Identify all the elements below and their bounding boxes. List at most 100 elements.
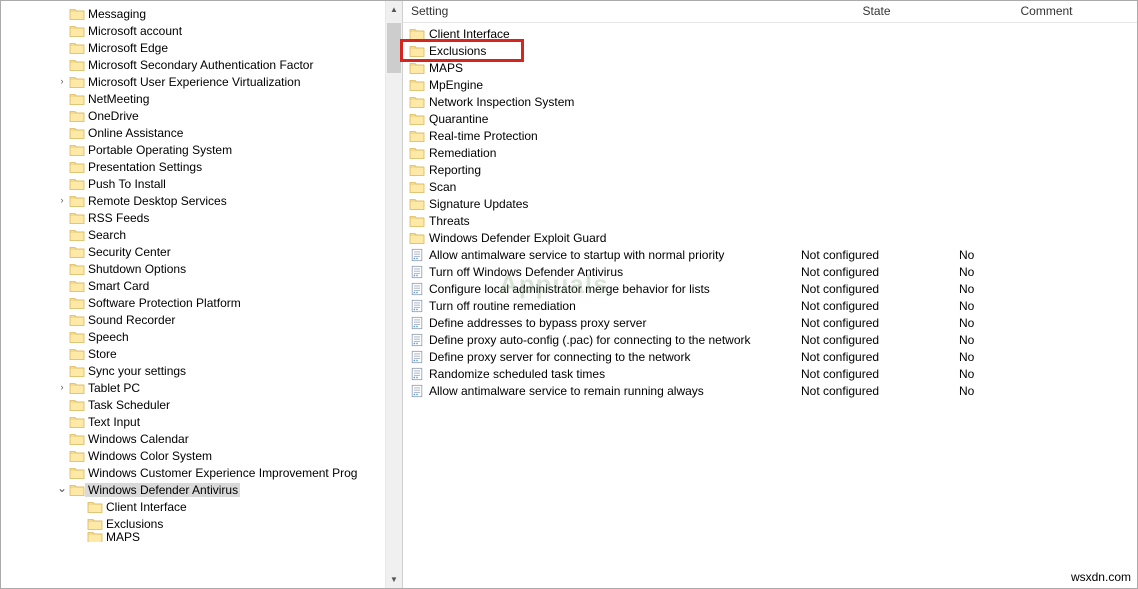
tree-pane: MessagingMicrosoft accountMicrosoft Edge… [1, 1, 403, 588]
list-item[interactable]: MAPS [403, 59, 1137, 76]
list-item-comment: No [955, 350, 1137, 364]
tree-item[interactable]: Presentation Settings [1, 158, 385, 175]
column-headers[interactable]: Setting State Comment [403, 1, 1137, 23]
tree-item[interactable]: Task Scheduler [1, 396, 385, 413]
tree-item[interactable]: ›Microsoft User Experience Virtualizatio… [1, 73, 385, 90]
tree-item[interactable]: Online Assistance [1, 124, 385, 141]
tree-item-label: NetMeeting [85, 92, 151, 106]
tree-item[interactable]: Store [1, 345, 385, 362]
list-item[interactable]: Turn off routine remediationNot configur… [403, 297, 1137, 314]
tree-item[interactable]: Exclusions [1, 515, 385, 532]
list-item[interactable]: Randomize scheduled task timesNot config… [403, 365, 1137, 382]
tree-item[interactable]: Windows Color System [1, 447, 385, 464]
list-item-state: Not configured [797, 384, 955, 398]
tree-item[interactable]: Microsoft Edge [1, 39, 385, 56]
list-item-state: Not configured [797, 282, 955, 296]
chevron-down-icon[interactable]: ⌄ [55, 482, 69, 494]
tree-item-label: Presentation Settings [85, 160, 204, 174]
tree-scrollbar[interactable]: ▲ ▼ [385, 1, 402, 588]
list-item-label: Define addresses to bypass proxy server [425, 316, 646, 330]
list-item-comment: No [955, 316, 1137, 330]
tree-item[interactable]: Text Input [1, 413, 385, 430]
scroll-thumb[interactable] [387, 23, 401, 73]
folder-icon [409, 94, 425, 110]
tree-item-label: Messaging [85, 7, 148, 21]
list-item-comment: No [955, 384, 1137, 398]
header-setting[interactable]: Setting [403, 1, 797, 22]
list-item-state: Not configured [797, 367, 955, 381]
header-state[interactable]: State [797, 1, 955, 22]
tree-item[interactable]: MAPS [1, 532, 385, 542]
list-item[interactable]: Allow antimalware service to remain runn… [403, 382, 1137, 399]
tree-item[interactable]: NetMeeting [1, 90, 385, 107]
list-item[interactable]: Configure local administrator merge beha… [403, 280, 1137, 297]
scroll-up-icon[interactable]: ▲ [386, 1, 402, 18]
folder-icon [69, 363, 85, 379]
settings-list[interactable]: Client InterfaceExclusionsMAPSMpEngineNe… [403, 23, 1137, 588]
tree-item[interactable]: Client Interface [1, 498, 385, 515]
chevron-right-icon[interactable]: › [55, 383, 69, 392]
folder-icon [69, 312, 85, 328]
list-item[interactable]: Network Inspection System [403, 93, 1137, 110]
list-item-label: Client Interface [425, 27, 510, 41]
tree-item[interactable]: › Tablet PC [1, 379, 385, 396]
policy-setting-icon [409, 281, 425, 297]
folder-icon [69, 74, 85, 90]
folder-icon [69, 193, 85, 209]
tree-item[interactable]: Portable Operating System [1, 141, 385, 158]
list-item[interactable]: Exclusions [403, 42, 1137, 59]
chevron-right-icon[interactable]: › [55, 196, 69, 205]
tree-item[interactable]: Sync your settings [1, 362, 385, 379]
tree-item[interactable]: Windows Customer Experience Improvement … [1, 464, 385, 481]
tree-item-label: Smart Card [85, 279, 151, 293]
tree-view[interactable]: MessagingMicrosoft accountMicrosoft Edge… [1, 1, 385, 588]
tree-item[interactable]: Software Protection Platform [1, 294, 385, 311]
tree-item[interactable]: Search [1, 226, 385, 243]
policy-setting-icon [409, 298, 425, 314]
tree-item[interactable]: Push To Install [1, 175, 385, 192]
list-item[interactable]: Signature Updates [403, 195, 1137, 212]
folder-icon [409, 213, 425, 229]
chevron-right-icon[interactable]: › [55, 77, 69, 86]
tree-item[interactable]: Speech [1, 328, 385, 345]
list-item-state: Not configured [797, 265, 955, 279]
list-item[interactable]: Windows Defender Exploit Guard [403, 229, 1137, 246]
list-item[interactable]: Scan [403, 178, 1137, 195]
list-item[interactable]: Quarantine [403, 110, 1137, 127]
list-item-label: Turn off routine remediation [425, 299, 576, 313]
tree-item[interactable]: Sound Recorder [1, 311, 385, 328]
list-item[interactable]: Threats [403, 212, 1137, 229]
tree-item[interactable]: Messaging [1, 5, 385, 22]
tree-item-label: Windows Customer Experience Improvement … [85, 466, 359, 480]
tree-item[interactable]: RSS Feeds [1, 209, 385, 226]
tree-item[interactable]: ⌄Windows Defender Antivirus [1, 481, 385, 498]
list-item[interactable]: Define addresses to bypass proxy server N… [403, 314, 1137, 331]
list-item[interactable]: Client Interface [403, 25, 1137, 42]
header-comment[interactable]: Comment [955, 1, 1137, 22]
list-item[interactable]: Reporting [403, 161, 1137, 178]
list-item[interactable]: Define proxy server for connecting to th… [403, 348, 1137, 365]
tree-item[interactable]: Microsoft Secondary Authentication Facto… [1, 56, 385, 73]
folder-icon [87, 532, 103, 542]
list-item[interactable]: Real-time Protection [403, 127, 1137, 144]
tree-item[interactable]: Smart Card [1, 277, 385, 294]
policy-setting-icon [409, 264, 425, 280]
tree-item[interactable]: ›Remote Desktop Services [1, 192, 385, 209]
scroll-down-icon[interactable]: ▼ [386, 571, 402, 588]
list-item[interactable]: MpEngine [403, 76, 1137, 93]
list-item[interactable]: Remediation [403, 144, 1137, 161]
tree-item[interactable]: Microsoft account [1, 22, 385, 39]
list-item-comment: No [955, 282, 1137, 296]
policy-setting-icon [409, 247, 425, 263]
list-item-state: Not configured [797, 316, 955, 330]
folder-icon [409, 179, 425, 195]
tree-item[interactable]: Shutdown Options [1, 260, 385, 277]
list-item[interactable]: Allow antimalware service to startup wit… [403, 246, 1137, 263]
tree-item[interactable]: OneDrive [1, 107, 385, 124]
tree-item-label: Tablet PC [85, 381, 142, 395]
tree-item[interactable]: Security Center [1, 243, 385, 260]
tree-item[interactable]: Windows Calendar [1, 430, 385, 447]
folder-icon [409, 230, 425, 246]
list-item[interactable]: Define proxy auto-config (.pac) for conn… [403, 331, 1137, 348]
list-item[interactable]: Turn off Windows Defender AntivirusNot c… [403, 263, 1137, 280]
